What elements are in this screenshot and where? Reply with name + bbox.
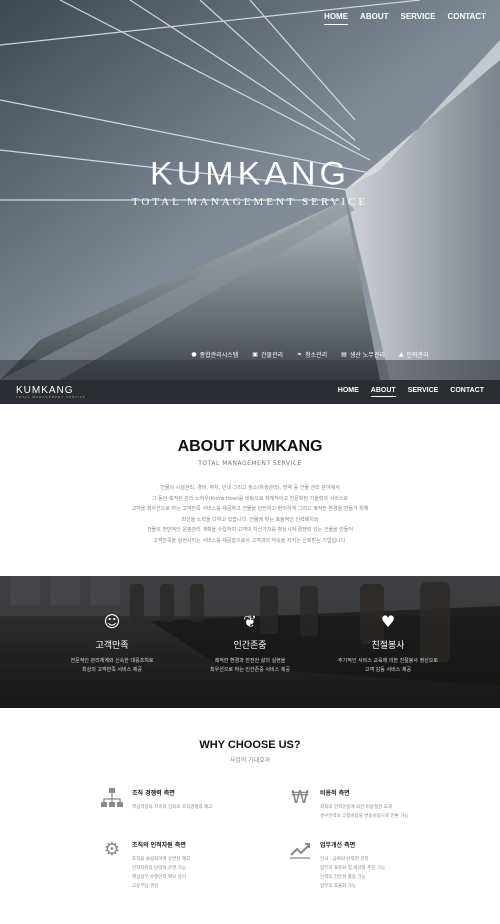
won-icon: ₩ <box>291 787 309 808</box>
hero-logo: KUMKANG <box>150 155 350 193</box>
heart-icon: ♥ <box>380 612 396 631</box>
building-icon: ▣ <box>252 351 258 358</box>
value-desc: 전문적인 관리체계와 신속한 대응조치로 최상의 고객만족 서비스 제공 <box>42 657 182 675</box>
feature-desc-line: 핵심역량의 지속적 강화로 조직경쟁력 제고 <box>132 805 213 810</box>
value-desc-line: 쾌적한 환경과 안전한 삶의 실현을 <box>214 658 286 664</box>
top-nav: HOME ABOUT SERVICE CONTACT <box>324 12 486 25</box>
about-line: 그 동안 축적된 관리 노하우(Know How)를 바탕으로 체계적이고 전문… <box>151 495 349 502</box>
feature-title: 비용적 측면 <box>320 790 350 797</box>
value-desc-line: 고객 감동 서비스 제공 <box>364 667 412 673</box>
nav-home[interactable]: HOME <box>324 12 349 25</box>
feature-desc-line: 경우인력의 고정비용을 변동비용으로 전환 가능 <box>320 814 409 819</box>
feature-desc: 핵심역량의 지속적 강화로 조직경쟁력 제고 <box>132 803 212 812</box>
quick-link-label: 청소관리 <box>305 352 328 359</box>
feature-desc: 최적의 인력운용에 의한 비용절감 효과 경우인력의 고정비용을 변동비용으로 … <box>320 803 409 821</box>
feature-desc-line: 최적의 인력운용에 의한 비용절감 효과 <box>320 805 392 810</box>
sticky-header: KUMKANG TOTAL MANAGEMENT SERVICE HOME AB… <box>0 380 500 404</box>
header-logo[interactable]: KUMKANG TOTAL MANAGEMENT SERVICE <box>16 384 86 399</box>
feature-desc-line: 업무의 표준화 및 개선화 추진 가능 <box>320 866 386 871</box>
quick-link-label: 종합관리시스템 <box>199 352 239 359</box>
quick-link-label: 건물관리 <box>260 352 284 359</box>
quick-link-label: 인력관리 <box>406 352 429 359</box>
nav-about[interactable]: ABOUT <box>360 12 388 25</box>
value-title: 고객만족 <box>95 641 129 651</box>
gears-icon: ⚙ <box>103 839 121 860</box>
about-section: ABOUT KUMKANG TOTAL MANAGEMENT SERVICE 건… <box>0 404 500 576</box>
header-nav: HOME ABOUT SERVICE CONTACT <box>338 387 484 397</box>
leaf-icon: ❧ <box>297 351 303 358</box>
feature-process: 업무개선 측면 인사 · 급여의 탄력한 관리 업무의 표준화 및 개선화 추진… <box>288 838 488 891</box>
feature-desc-line: 핵심업무 수행인력 확보 용이 <box>132 875 186 880</box>
sprout-icon: ❦ <box>243 612 257 631</box>
feature-title: 조직 경쟁력 측면 <box>132 790 175 797</box>
about-description: 건물의 시설관리, 경비, 주차, 안내 그리고 청소(위생관리), 방역 등 … <box>0 483 500 546</box>
value-title: 친절봉사 <box>371 641 405 651</box>
about-line: 고객만족을 실현시키는 서비스를 제공함으로서 고객과의 약속을 지키는 신뢰받… <box>153 537 347 544</box>
quick-link-cleaning[interactable]: ❧ 청소관리 <box>297 350 327 359</box>
value-customer: ☺ 고객만족 전문적인 관리체계와 신속한 대응조치로 최상의 고객만족 서비스… <box>42 612 182 675</box>
why-section: WHY CHOOSE US? 사업의 기대효과 조직 경쟁력 측면 핵심역량의 … <box>0 708 500 924</box>
nav-contact[interactable]: CONTACT <box>447 12 486 25</box>
value-desc-line: 주기적인 서비스 교육에 의한 친절봉사 정신으로 <box>338 658 438 664</box>
feature-title: 업무개선 측면 <box>320 842 356 849</box>
values-section: ☺ 고객만족 전문적인 관리체계와 신속한 대응조치로 최상의 고객만족 서비스… <box>0 576 500 708</box>
feature-title: 조직의 인적자원 측면 <box>132 842 186 849</box>
document-icon: ▤ <box>341 351 347 358</box>
feature-desc-line: 인적자원의 탄력적 운영 가능 <box>132 866 186 871</box>
feature-desc: 인사 · 급여의 탄력한 관리 업무의 표준화 및 개선화 추진 가능 인력의 … <box>320 855 385 891</box>
hero-banner: HOME ABOUT SERVICE CONTACT KUMKANG TOTAL… <box>0 0 500 380</box>
nav-service[interactable]: SERVICE <box>401 12 436 25</box>
header-logo-sub: TOTAL MANAGEMENT SERVICE <box>16 394 86 399</box>
feature-desc-line: 고용부담 경감 <box>132 884 159 889</box>
person-icon: ▲ <box>398 351 404 358</box>
value-desc: 주기적인 서비스 교육에 의한 친절봉사 정신으로 고객 감동 서비스 제공 <box>318 657 458 675</box>
quick-link-labor[interactable]: ▤ 생산 노무관리 <box>341 350 385 359</box>
feature-desc-line: 인사 · 급여의 탄력한 관리 <box>320 857 369 862</box>
feature-desc-line: 인력의 전문성 활용 가능 <box>320 875 366 880</box>
quick-link-label: 생산 노무관리 <box>349 352 385 359</box>
header-nav-contact[interactable]: CONTACT <box>450 387 484 397</box>
about-line: 건물의 시설관리, 경비, 주차, 안내 그리고 청소(위생관리), 방역 등 … <box>160 485 340 491</box>
value-kindness: ♥ 친절봉사 주기적인 서비스 교육에 의한 친절봉사 정신으로 고객 감동 서… <box>318 612 458 675</box>
value-humanity: ❦ 인간존중 쾌적한 환경과 안전한 삶의 실현을 최우선으로 하는 인간존중 … <box>180 612 320 675</box>
header-nav-about[interactable]: ABOUT <box>370 387 396 397</box>
trend-icon <box>288 838 312 862</box>
value-desc-line: 최우선으로 하는 인간존중 서비스 제공 <box>210 667 290 673</box>
feature-cost: ₩ 비용적 측면 최적의 인력운용에 의한 비용절감 효과 경우인력의 고정비용… <box>288 786 488 821</box>
about-line: 건물의 전반적인 운영관리 계획을 수립하여 고객의 자산가치를 향상시켜 경쟁… <box>146 527 354 533</box>
about-subtitle: TOTAL MANAGEMENT SERVICE <box>198 460 302 467</box>
feature-human-resources: ⚙ 조직의 인적자원 측면 조직을 슬림화하여 유연성 제고 인적자원의 탄력적… <box>100 838 300 891</box>
quick-links: ● 종합관리시스템 ▣ 건물관리 ❧ 청소관리 ▤ 생산 노무관리 ▲ 인력관리 <box>0 350 500 359</box>
quick-link-building[interactable]: ▣ 건물관리 <box>252 350 283 359</box>
why-subtitle: 사업의 기대효과 <box>229 757 271 764</box>
header-nav-service[interactable]: SERVICE <box>408 387 439 397</box>
value-desc-line: 전문적인 관리체계와 신속한 대응조치로 <box>70 658 154 664</box>
feature-desc-line: 조직을 슬림화하여 유연성 제고 <box>132 857 191 862</box>
about-title: ABOUT KUMKANG <box>177 438 323 455</box>
value-desc: 쾌적한 환경과 안전한 삶의 실현을 최우선으로 하는 인간존중 서비스 제공 <box>180 657 320 675</box>
feature-desc: 조직을 슬림화하여 유연성 제고 인적자원의 탄력적 운영 가능 핵심업무 수행… <box>132 855 190 891</box>
feature-desc-line: 업무의 효율화 가능 <box>320 884 356 889</box>
header-logo-text: KUMKANG <box>16 384 74 396</box>
hero-brand: KUMKANG TOTAL MANAGEMENT SERVICE <box>0 155 500 208</box>
about-line: 최선을 노력을 다하고 있습니다. 건물에 맞는 효율적인 인력배치와 <box>181 516 319 523</box>
about-line: 고객을 최우선으로 하는 고객만족 서비스를 제공하고 건물을 안전하고 편리하… <box>131 506 369 512</box>
quick-link-system[interactable]: ● 종합관리시스템 <box>191 350 238 359</box>
header-nav-home[interactable]: HOME <box>338 387 359 397</box>
value-title: 인간존중 <box>233 641 267 651</box>
feature-organization: 조직 경쟁력 측면 핵심역량의 지속적 강화로 조직경쟁력 제고 <box>100 786 300 812</box>
quick-link-staffing[interactable]: ▲ 인력관리 <box>399 350 429 359</box>
hero-tagline: TOTAL MANAGEMENT SERVICE <box>131 196 369 208</box>
smile-icon: ☺ <box>103 612 121 631</box>
value-desc-line: 최상의 고객만족 서비스 제공 <box>82 667 142 673</box>
why-title: WHY CHOOSE US? <box>199 739 301 751</box>
monitor-icon: ● <box>191 351 197 358</box>
org-chart-icon <box>100 786 124 810</box>
